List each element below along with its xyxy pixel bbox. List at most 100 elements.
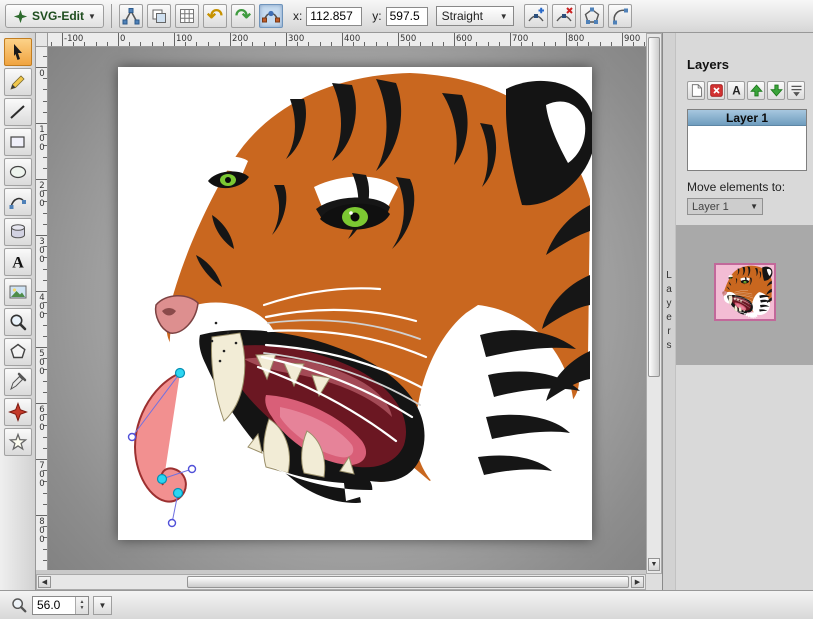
zoom-input[interactable] bbox=[33, 597, 75, 614]
grid-button[interactable] bbox=[175, 4, 199, 28]
starburst-icon bbox=[8, 402, 28, 422]
rectangle-icon bbox=[8, 132, 28, 152]
logo-label: SVG-Edit bbox=[32, 9, 84, 23]
segment-type-select[interactable]: Straight ▼ bbox=[436, 6, 514, 26]
redo-button[interactable]: ↷ bbox=[231, 4, 255, 28]
canvas-workspace[interactable] bbox=[48, 47, 646, 570]
redo-icon: ↷ bbox=[235, 7, 251, 26]
main-menu-button[interactable]: SVG-Edit ▼ bbox=[5, 4, 104, 28]
delete-node-icon bbox=[555, 7, 573, 25]
new-layer-button[interactable] bbox=[687, 81, 705, 100]
link-control-points-icon bbox=[262, 7, 280, 25]
layers-title: Layers bbox=[687, 57, 805, 72]
clone-node-button[interactable] bbox=[147, 4, 171, 28]
ruler-label: 0 bbox=[37, 69, 47, 78]
pencil-icon bbox=[8, 72, 28, 92]
ruler-label: 600 bbox=[456, 34, 472, 44]
ruler-label: 300 bbox=[288, 34, 304, 44]
path-edit-overlay bbox=[118, 67, 592, 540]
control-handle[interactable] bbox=[189, 466, 196, 473]
polygon-tool[interactable] bbox=[4, 338, 32, 366]
scroll-down-arrow[interactable]: ▼ bbox=[648, 558, 660, 571]
open-path-button[interactable] bbox=[608, 4, 632, 28]
ellipse-tool[interactable] bbox=[4, 158, 32, 186]
tiger-thumbnail-svg bbox=[716, 265, 774, 319]
svg-canvas[interactable] bbox=[118, 67, 592, 540]
ruler-label: 100 bbox=[176, 34, 192, 44]
delete-layer-icon bbox=[709, 83, 724, 98]
spinner-down-icon: ▼ bbox=[80, 605, 85, 611]
x-input[interactable] bbox=[306, 7, 362, 26]
path-icon bbox=[8, 192, 28, 212]
vertical-scrollbar-thumb[interactable] bbox=[648, 37, 660, 377]
rename-layer-button[interactable]: A bbox=[727, 81, 745, 100]
rename-layer-icon: A bbox=[729, 83, 744, 98]
text-tool[interactable]: A bbox=[4, 248, 32, 276]
zoom-tool[interactable] bbox=[4, 308, 32, 336]
select-tool[interactable] bbox=[4, 38, 32, 66]
delete-layer-button[interactable] bbox=[707, 81, 725, 100]
svg-text:A: A bbox=[732, 85, 741, 98]
layers-handle-label: Layers bbox=[664, 270, 675, 354]
y-input[interactable] bbox=[386, 7, 428, 26]
ruler-label: 200 bbox=[37, 181, 47, 208]
path-node[interactable] bbox=[176, 369, 185, 378]
zoom-control: ▲ ▼ bbox=[32, 596, 89, 615]
edited-path-group bbox=[129, 369, 196, 527]
ruler-label: 200 bbox=[232, 34, 248, 44]
horizontal-scrollbar-thumb[interactable] bbox=[187, 576, 629, 588]
ruler-label: 500 bbox=[37, 349, 47, 376]
layers-panel-handle[interactable]: Layers bbox=[663, 33, 676, 590]
move-to-layer-select[interactable]: Layer 1 ▼ bbox=[687, 198, 763, 215]
ruler-label: 400 bbox=[37, 293, 47, 320]
rectangle-tool[interactable] bbox=[4, 128, 32, 156]
add-node-button[interactable] bbox=[524, 4, 548, 28]
scroll-left-arrow[interactable]: ◀ bbox=[38, 576, 51, 588]
line-tool[interactable] bbox=[4, 98, 32, 126]
x-label: x: bbox=[293, 9, 302, 23]
ruler-label: 400 bbox=[344, 34, 360, 44]
move-layer-up-button[interactable] bbox=[747, 81, 765, 100]
shape-library-tool[interactable] bbox=[4, 218, 32, 246]
close-path-button[interactable] bbox=[580, 4, 604, 28]
open-path-icon bbox=[611, 7, 629, 25]
layer-row[interactable]: Layer 1 bbox=[688, 110, 806, 126]
ellipse-icon bbox=[8, 162, 28, 182]
scroll-right-arrow[interactable]: ▶ bbox=[631, 576, 644, 588]
pencil-tool[interactable] bbox=[4, 68, 32, 96]
segment-type-value: Straight bbox=[442, 9, 483, 23]
link-control-points-button[interactable] bbox=[259, 4, 283, 28]
eyedropper-tool[interactable] bbox=[4, 368, 32, 396]
vertical-scrollbar[interactable]: ▼ bbox=[646, 33, 662, 574]
image-tool[interactable] bbox=[4, 278, 32, 306]
zoom-spinner[interactable]: ▲ ▼ bbox=[75, 597, 88, 614]
control-handle[interactable] bbox=[169, 520, 176, 527]
layer-buttons: A bbox=[687, 81, 805, 100]
starburst-tool[interactable] bbox=[4, 398, 32, 426]
zoom-dropdown-button[interactable]: ▼ bbox=[93, 596, 112, 615]
path-nodes-button[interactable] bbox=[119, 4, 143, 28]
merge-layer-button[interactable] bbox=[787, 81, 805, 100]
close-path-icon bbox=[583, 7, 601, 25]
horizontal-scrollbar[interactable]: ◀ ▶ bbox=[36, 574, 646, 590]
delete-node-button[interactable] bbox=[552, 4, 576, 28]
path-node[interactable] bbox=[174, 489, 183, 498]
path-node[interactable] bbox=[158, 475, 167, 484]
ruler-label: 300 bbox=[37, 237, 47, 264]
ruler-label: 500 bbox=[400, 34, 416, 44]
svg-text:A: A bbox=[12, 255, 24, 272]
star-icon bbox=[8, 432, 28, 452]
undo-button[interactable]: ↶ bbox=[203, 4, 227, 28]
path-tool[interactable] bbox=[4, 188, 32, 216]
arrow-down-icon bbox=[769, 83, 784, 98]
ruler-label: 900 bbox=[624, 34, 640, 44]
zoom-icon bbox=[10, 596, 28, 614]
control-handle[interactable] bbox=[129, 434, 136, 441]
magnifier-icon bbox=[8, 312, 28, 332]
star-tool[interactable] bbox=[4, 428, 32, 456]
move-layer-down-button[interactable] bbox=[767, 81, 785, 100]
undo-icon: ↶ bbox=[207, 7, 223, 26]
text-icon: A bbox=[8, 252, 28, 272]
tiger-thumbnail[interactable] bbox=[714, 263, 776, 321]
right-sidebar: Layers Layers bbox=[662, 33, 813, 590]
